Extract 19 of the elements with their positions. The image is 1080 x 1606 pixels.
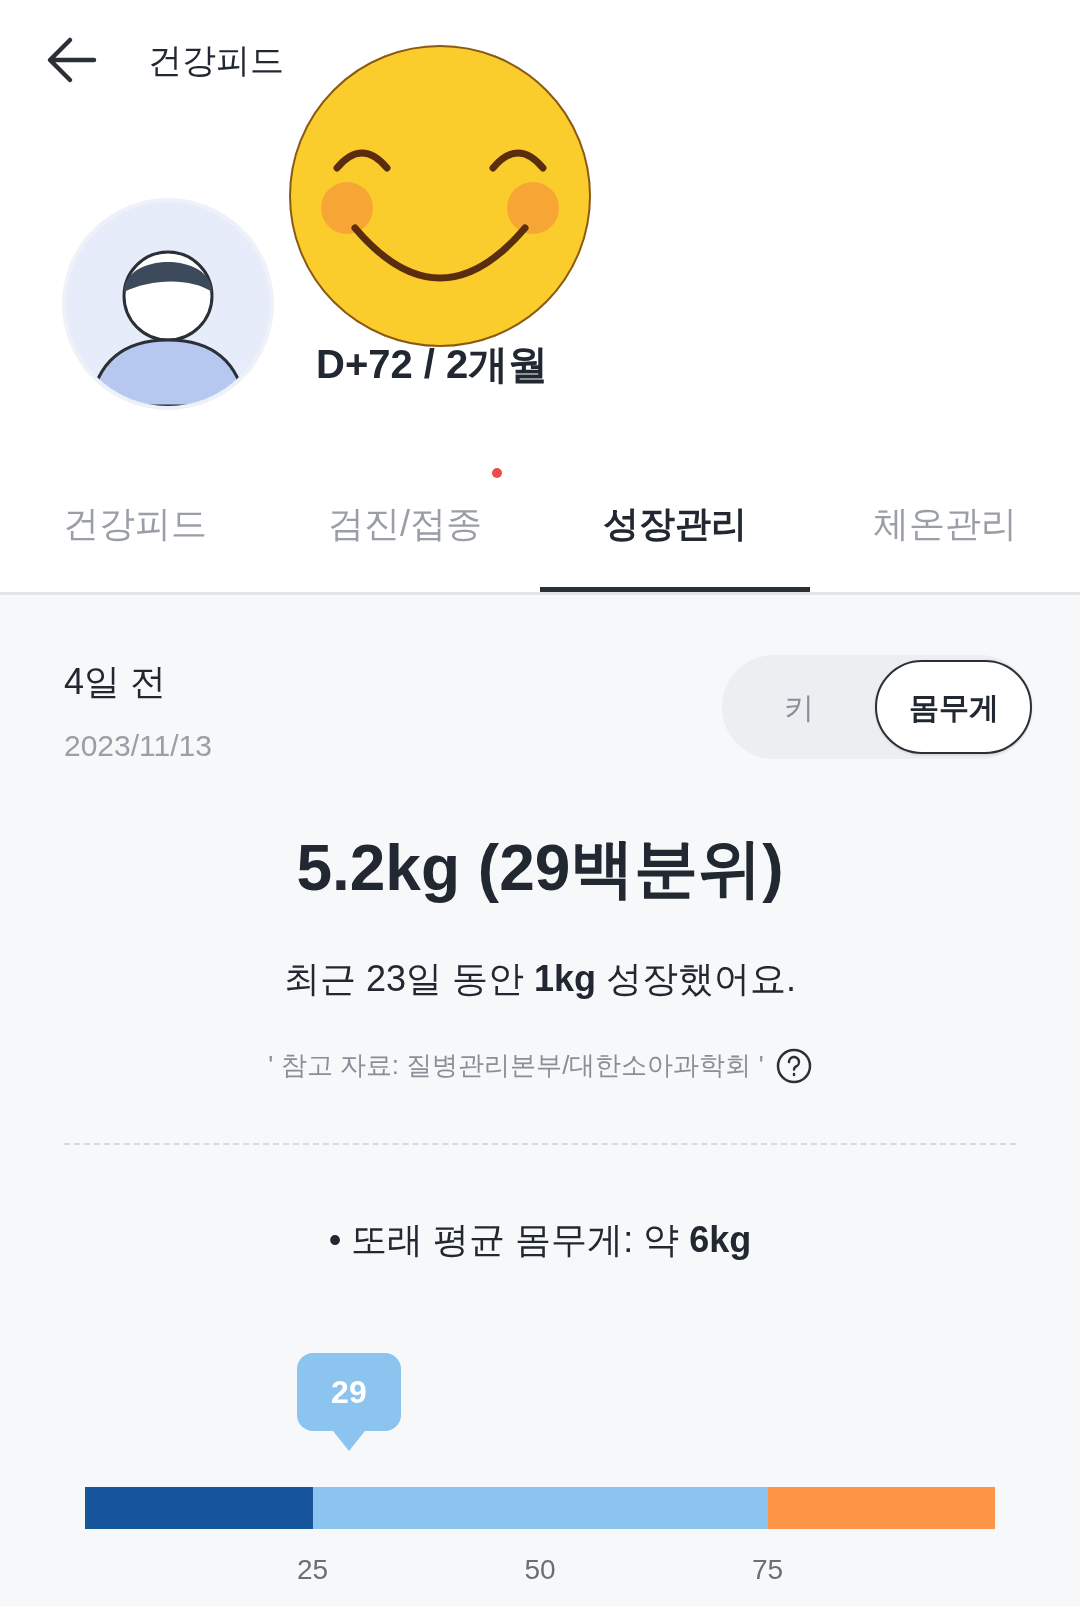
help-icon[interactable]	[775, 1047, 812, 1084]
peer-average: • 또래 평균 몸무게: 약 6kg	[327, 1218, 753, 1262]
page-title: 건강피드	[148, 39, 284, 81]
baby-age: D+72 / 2개월	[316, 341, 549, 388]
back-arrow-icon[interactable]	[46, 36, 98, 84]
weight-headline: 5.2kg (29백분위)	[295, 831, 785, 906]
tab[interactable]: 검진/접종	[270, 460, 540, 592]
smiley-sticker-icon	[287, 43, 593, 349]
record-date: 2023/11/13	[64, 728, 212, 764]
toggle-option[interactable]: 키	[722, 660, 875, 754]
percentile-tick: 25	[296, 1553, 329, 1587]
tab[interactable]: 체온관리	[810, 460, 1080, 592]
percentile-tick: 75	[751, 1553, 784, 1587]
source-note: ' 참고 자료: 질병관리본부/대한소아과학회 '	[268, 1049, 764, 1082]
percentile-tick: 50	[524, 1553, 556, 1587]
record-age-label: 4일 전	[64, 660, 168, 704]
growth-summary: 최근 23일 동안 1kg 성장했어요.	[282, 957, 798, 1001]
tab[interactable]: 건강피드	[0, 460, 270, 592]
toggle-option[interactable]: 몸무게	[875, 660, 1032, 754]
